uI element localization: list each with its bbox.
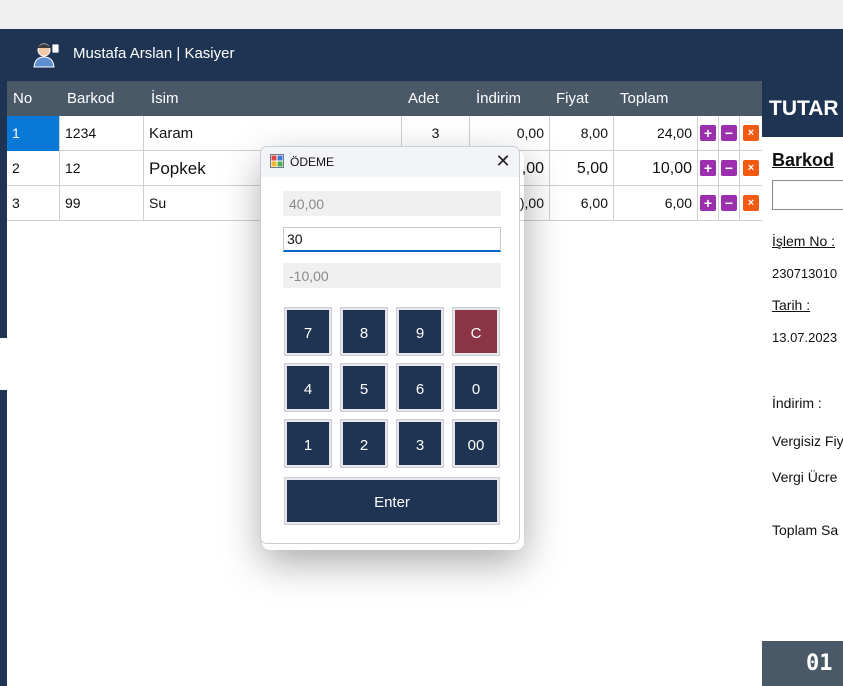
cell-fiyat[interactable]: 8,00 (550, 116, 614, 151)
remove-qty-button[interactable]: − (721, 160, 737, 176)
close-icon[interactable]: ✕ (492, 150, 514, 172)
delete-row-button[interactable]: × (743, 125, 759, 141)
vergi-ucreti-label: Vergi Ücre (772, 469, 838, 485)
islem-no-label: İşlem No : (772, 233, 836, 249)
cell-fiyat[interactable]: 6,00 (550, 186, 614, 221)
indirim-label: İndirim : (772, 395, 822, 411)
add-qty-button[interactable]: + (700, 160, 716, 176)
cell-barkod[interactable]: 1234 (60, 116, 144, 151)
remove-qty-button[interactable]: − (721, 195, 737, 211)
col-toplam[interactable]: Toplam (620, 90, 668, 107)
vergisiz-fiyat-label: Vergisiz Fiy (772, 433, 843, 449)
key-7[interactable]: 7 (285, 308, 331, 355)
summary-panel: TUTAR Barkod İşlem No : 230713010 Tarih … (762, 81, 843, 686)
cell-no[interactable]: 3 (7, 186, 60, 221)
delete-row-button[interactable]: × (743, 160, 759, 176)
barkod-input[interactable] (772, 180, 843, 210)
app-form-icon (270, 154, 284, 168)
dialog-body: 7 8 9 C 4 5 6 0 1 2 3 00 Enter (261, 177, 519, 543)
enter-button[interactable]: Enter (285, 478, 499, 524)
cell-fiyat[interactable]: 5,00 (550, 151, 614, 186)
toplam-label: Toplam Sa (772, 522, 839, 538)
col-barkod[interactable]: Barkod (67, 90, 115, 107)
key-3[interactable]: 3 (397, 420, 443, 467)
dialog-title: ÖDEME (290, 155, 335, 169)
grid-header: No Barkod İsim Adet İndirim Fiyat Toplam (7, 81, 762, 116)
user-label: Mustafa Arslan | Kasiyer (73, 45, 235, 62)
key-1[interactable]: 1 (285, 420, 331, 467)
pos-window: Mustafa Arslan | Kasiyer No Barkod İsim … (0, 0, 843, 686)
add-qty-button[interactable]: + (700, 125, 716, 141)
cell-barkod[interactable]: 12 (60, 151, 144, 186)
col-indirim[interactable]: İndirim (476, 90, 521, 107)
key-8[interactable]: 8 (341, 308, 387, 355)
barkod-label: Barkod (772, 150, 835, 170)
cell-toplam[interactable]: 10,00 (614, 151, 698, 186)
remove-qty-button[interactable]: − (721, 125, 737, 141)
total-display: 01 (762, 641, 843, 686)
col-isim[interactable]: İsim (151, 90, 179, 107)
cell-barkod[interactable]: 99 (60, 186, 144, 221)
left-edge-panel (0, 338, 7, 390)
col-adet[interactable]: Adet (408, 90, 439, 107)
islem-no-value: 230713010 (772, 266, 838, 281)
key-00[interactable]: 00 (453, 420, 499, 467)
total-amount-field (283, 191, 501, 216)
key-6[interactable]: 6 (397, 364, 443, 411)
key-4[interactable]: 4 (285, 364, 331, 411)
delete-row-button[interactable]: × (743, 195, 759, 211)
key-5[interactable]: 5 (341, 364, 387, 411)
clear-button[interactable]: C (453, 308, 499, 355)
cell-toplam[interactable]: 6,00 (614, 186, 698, 221)
cell-no[interactable]: 1 (7, 116, 60, 151)
key-0[interactable]: 0 (453, 364, 499, 411)
title-strip (0, 0, 843, 29)
dialog-titlebar[interactable]: ÖDEME ✕ (261, 147, 519, 177)
add-qty-button[interactable]: + (700, 195, 716, 211)
cell-toplam[interactable]: 24,00 (614, 116, 698, 151)
key-9[interactable]: 9 (397, 308, 443, 355)
tarih-label: Tarih : (772, 297, 811, 313)
cell-no[interactable]: 2 (7, 151, 60, 186)
tutar-header: TUTAR (762, 81, 843, 137)
change-amount-field (283, 263, 501, 288)
tarih-value: 13.07.2023 (772, 330, 838, 345)
col-fiyat[interactable]: Fiyat (556, 90, 589, 107)
paid-amount-input[interactable] (283, 227, 501, 252)
payment-dialog: ÖDEME ✕ 7 8 9 C 4 5 6 0 1 2 3 00 Enter (260, 146, 520, 544)
cashier-user-icon (33, 43, 60, 68)
key-2[interactable]: 2 (341, 420, 387, 467)
col-no[interactable]: No (13, 90, 32, 107)
